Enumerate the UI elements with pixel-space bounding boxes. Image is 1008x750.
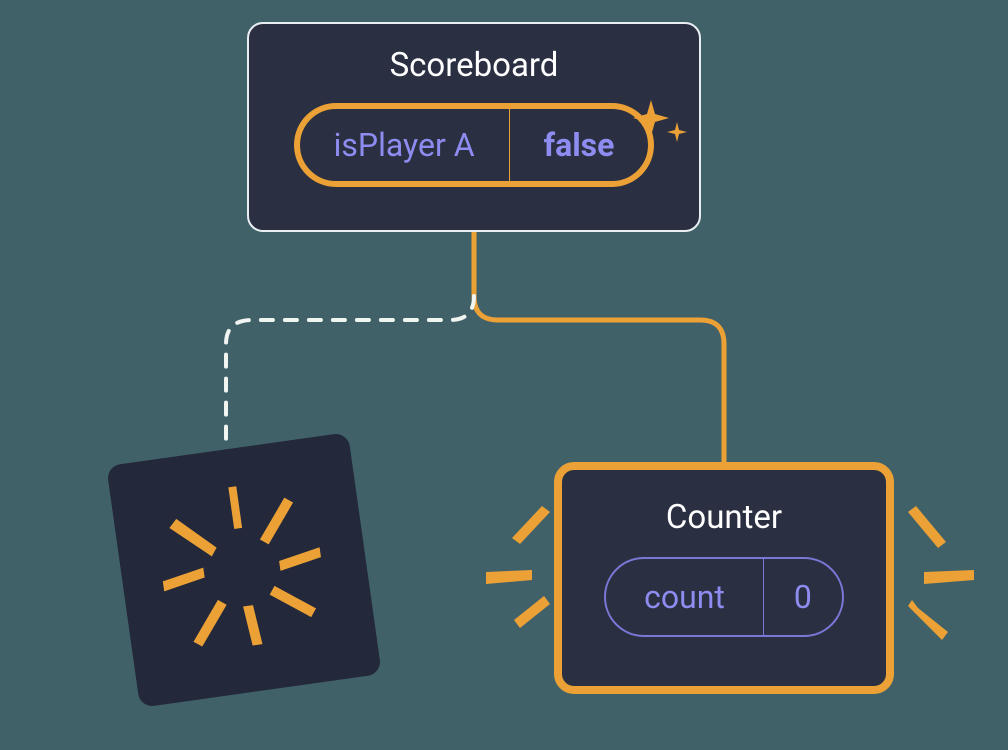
burst-inward-icon <box>106 432 382 708</box>
scoreboard-prop-pill: isPlayer A false <box>294 103 655 187</box>
emphasis-burst-right-icon <box>890 500 980 660</box>
counter-title: Counter <box>562 498 886 537</box>
scoreboard-title: Scoreboard <box>249 46 699 85</box>
counter-card: Counter count 0 <box>554 462 894 694</box>
state-value: 0 <box>764 559 842 635</box>
sparkle-icon <box>631 96 691 156</box>
state-name: count <box>606 559 764 635</box>
emphasis-burst-left-icon <box>480 500 560 660</box>
prop-value: false <box>510 109 649 181</box>
scoreboard-card: Scoreboard isPlayer A false <box>247 22 701 232</box>
removed-component-box <box>106 432 382 708</box>
prop-name: isPlayer A <box>300 109 510 181</box>
counter-state-pill: count 0 <box>604 557 844 637</box>
